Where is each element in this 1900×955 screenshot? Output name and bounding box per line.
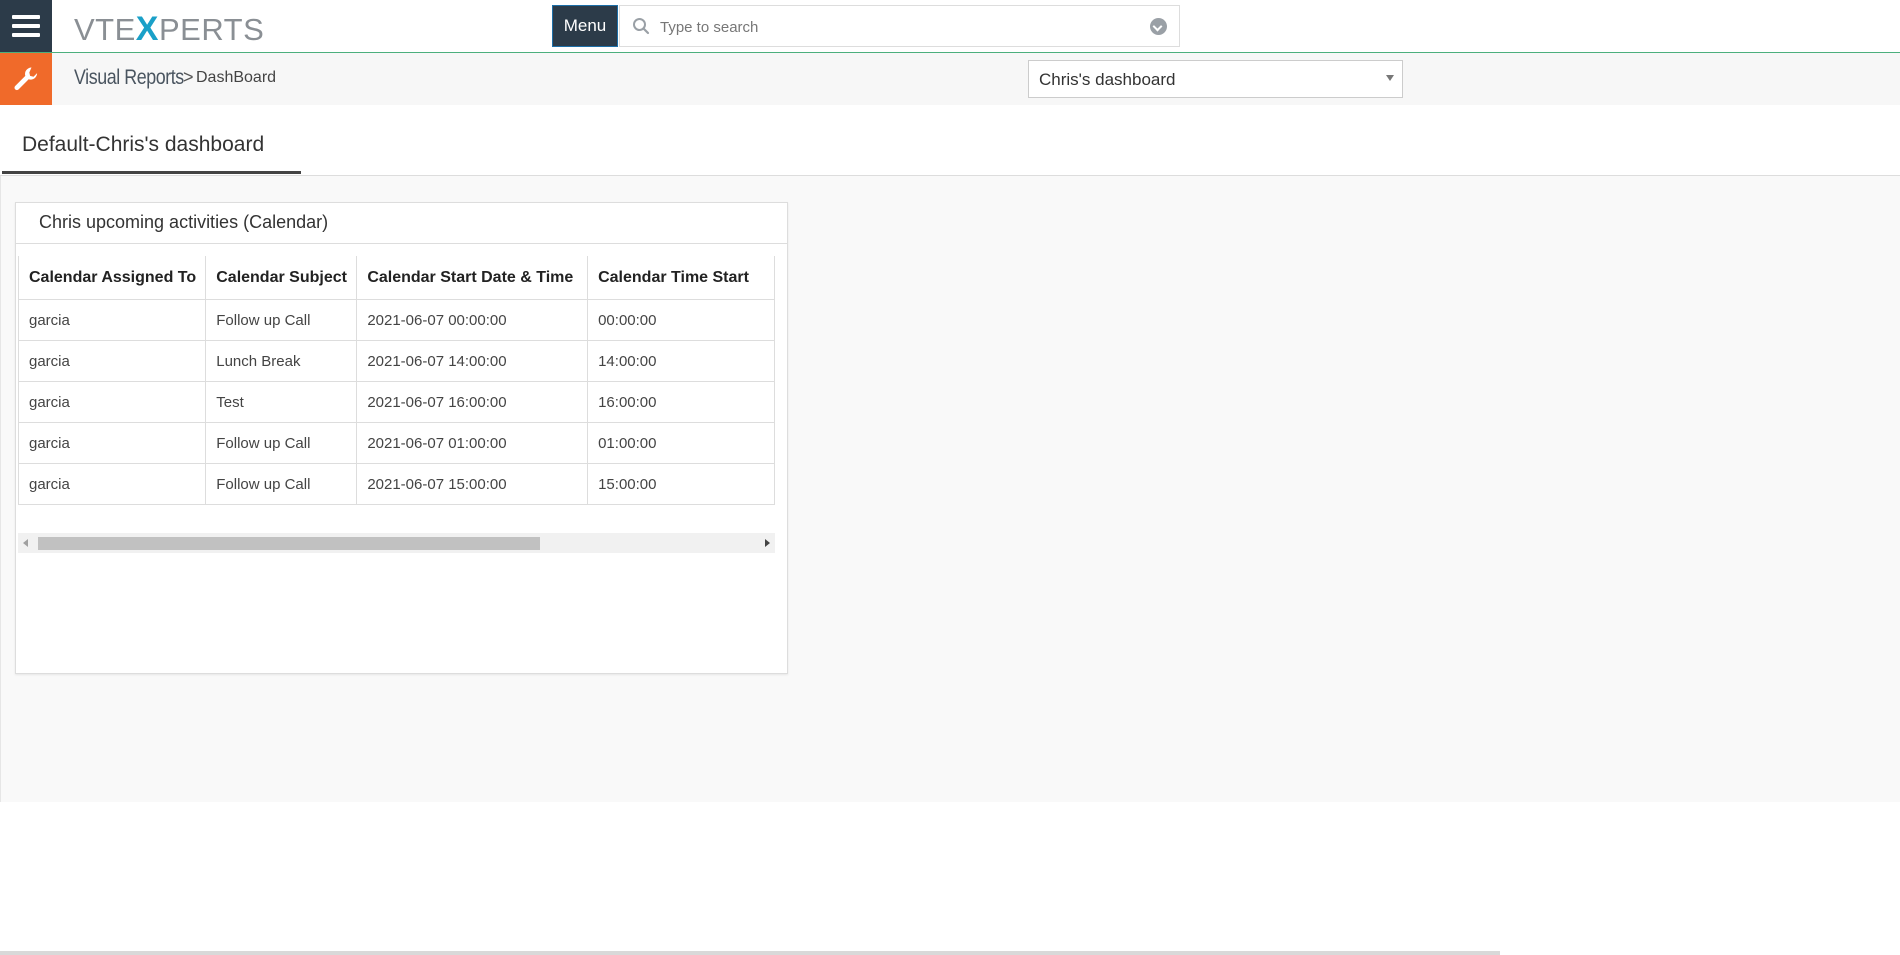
activities-table: Calendar Assigned To Calendar Subject Ca… <box>18 256 775 505</box>
table-row[interactable]: garcia Lunch Break 2021-06-07 14:00:00 1… <box>18 340 775 382</box>
calendar-widget: Chris upcoming activities (Calendar) Cal… <box>15 202 788 674</box>
breadcrumb-page: DashBoard <box>196 69 277 86</box>
cell-time-start: 15:00:00 <box>587 463 775 505</box>
column-header[interactable]: Calendar Start Date & Time <box>356 256 589 300</box>
column-header[interactable]: Calendar Subject <box>205 256 358 300</box>
cell-assigned-to: garcia <box>18 381 207 423</box>
cell-assigned-to: garcia <box>18 340 207 382</box>
cell-subject: Follow up Call <box>205 422 358 464</box>
scroll-right-icon[interactable] <box>765 539 770 547</box>
cell-start-datetime: 2021-06-07 16:00:00 <box>356 381 589 423</box>
search-input[interactable] <box>658 14 1132 40</box>
table-row[interactable]: garcia Follow up Call 2021-06-07 15:00:0… <box>18 463 775 505</box>
cell-assigned-to: garcia <box>18 299 207 341</box>
app-logo[interactable]: VTEXPERTS <box>74 10 264 49</box>
global-search <box>619 5 1180 47</box>
module-icon-button[interactable] <box>0 53 52 105</box>
table-row[interactable]: garcia Follow up Call 2021-06-07 00:00:0… <box>18 299 775 341</box>
logo-text-prefix: VTE <box>74 12 136 47</box>
cell-subject: Test <box>205 381 358 423</box>
logo-text-suffix: PERTS <box>158 12 265 47</box>
cell-start-datetime: 2021-06-07 00:00:00 <box>356 299 589 341</box>
hamburger-icon[interactable] <box>0 0 52 52</box>
cell-subject: Follow up Call <box>205 463 358 505</box>
cell-start-datetime: 2021-06-07 01:00:00 <box>356 422 589 464</box>
scroll-left-icon[interactable] <box>23 539 28 547</box>
dashboard-select[interactable]: Chris's dashboard <box>1028 60 1403 98</box>
dashboard-select-value: Chris's dashboard <box>1039 70 1176 89</box>
cell-start-datetime: 2021-06-07 15:00:00 <box>356 463 589 505</box>
scrollbar-thumb[interactable] <box>38 537 540 550</box>
horizontal-scrollbar[interactable] <box>18 533 775 553</box>
search-icon <box>633 18 650 35</box>
breadcrumb-separator: > <box>183 67 194 87</box>
logo-x-mark: X <box>135 10 159 48</box>
cell-time-start: 16:00:00 <box>587 381 775 423</box>
table-viewport: Calendar Assigned To Calendar Subject Ca… <box>18 256 775 521</box>
top-navbar: VTEXPERTS Menu <box>0 0 1900 53</box>
cell-start-datetime: 2021-06-07 14:00:00 <box>356 340 589 382</box>
menu-button[interactable]: Menu <box>552 5 618 47</box>
chevron-circle-down-icon[interactable] <box>1150 18 1167 35</box>
cell-time-start: 01:00:00 <box>587 422 775 464</box>
wrench-icon <box>14 67 38 91</box>
page-bottom-scrollbar <box>0 951 1500 955</box>
widget-title: Chris upcoming activities (Calendar) <box>16 203 787 244</box>
table-row[interactable]: garcia Follow up Call 2021-06-07 01:00:0… <box>18 422 775 464</box>
table-header-row: Calendar Assigned To Calendar Subject Ca… <box>18 256 775 300</box>
cell-subject: Lunch Break <box>205 340 358 382</box>
cell-subject: Follow up Call <box>205 299 358 341</box>
dashboard-content: Chris upcoming activities (Calendar) Cal… <box>0 176 1900 802</box>
caret-down-icon <box>1386 75 1394 81</box>
dashboard-tabs: Default-Chris's dashboard <box>0 105 1900 176</box>
module-bar: Visual Reports > DashBoard Chris's dashb… <box>0 53 1900 105</box>
cell-time-start: 14:00:00 <box>587 340 775 382</box>
cell-assigned-to: garcia <box>18 463 207 505</box>
tab-default-dashboard[interactable]: Default-Chris's dashboard <box>2 125 301 174</box>
table-row[interactable]: garcia Test 2021-06-07 16:00:00 16:00:00 <box>18 381 775 423</box>
column-header[interactable]: Calendar Assigned To <box>18 256 207 300</box>
cell-assigned-to: garcia <box>18 422 207 464</box>
column-header[interactable]: Calendar Time Start <box>587 256 775 300</box>
cell-time-start: 00:00:00 <box>587 299 775 341</box>
breadcrumb-module[interactable]: Visual Reports <box>74 66 184 90</box>
